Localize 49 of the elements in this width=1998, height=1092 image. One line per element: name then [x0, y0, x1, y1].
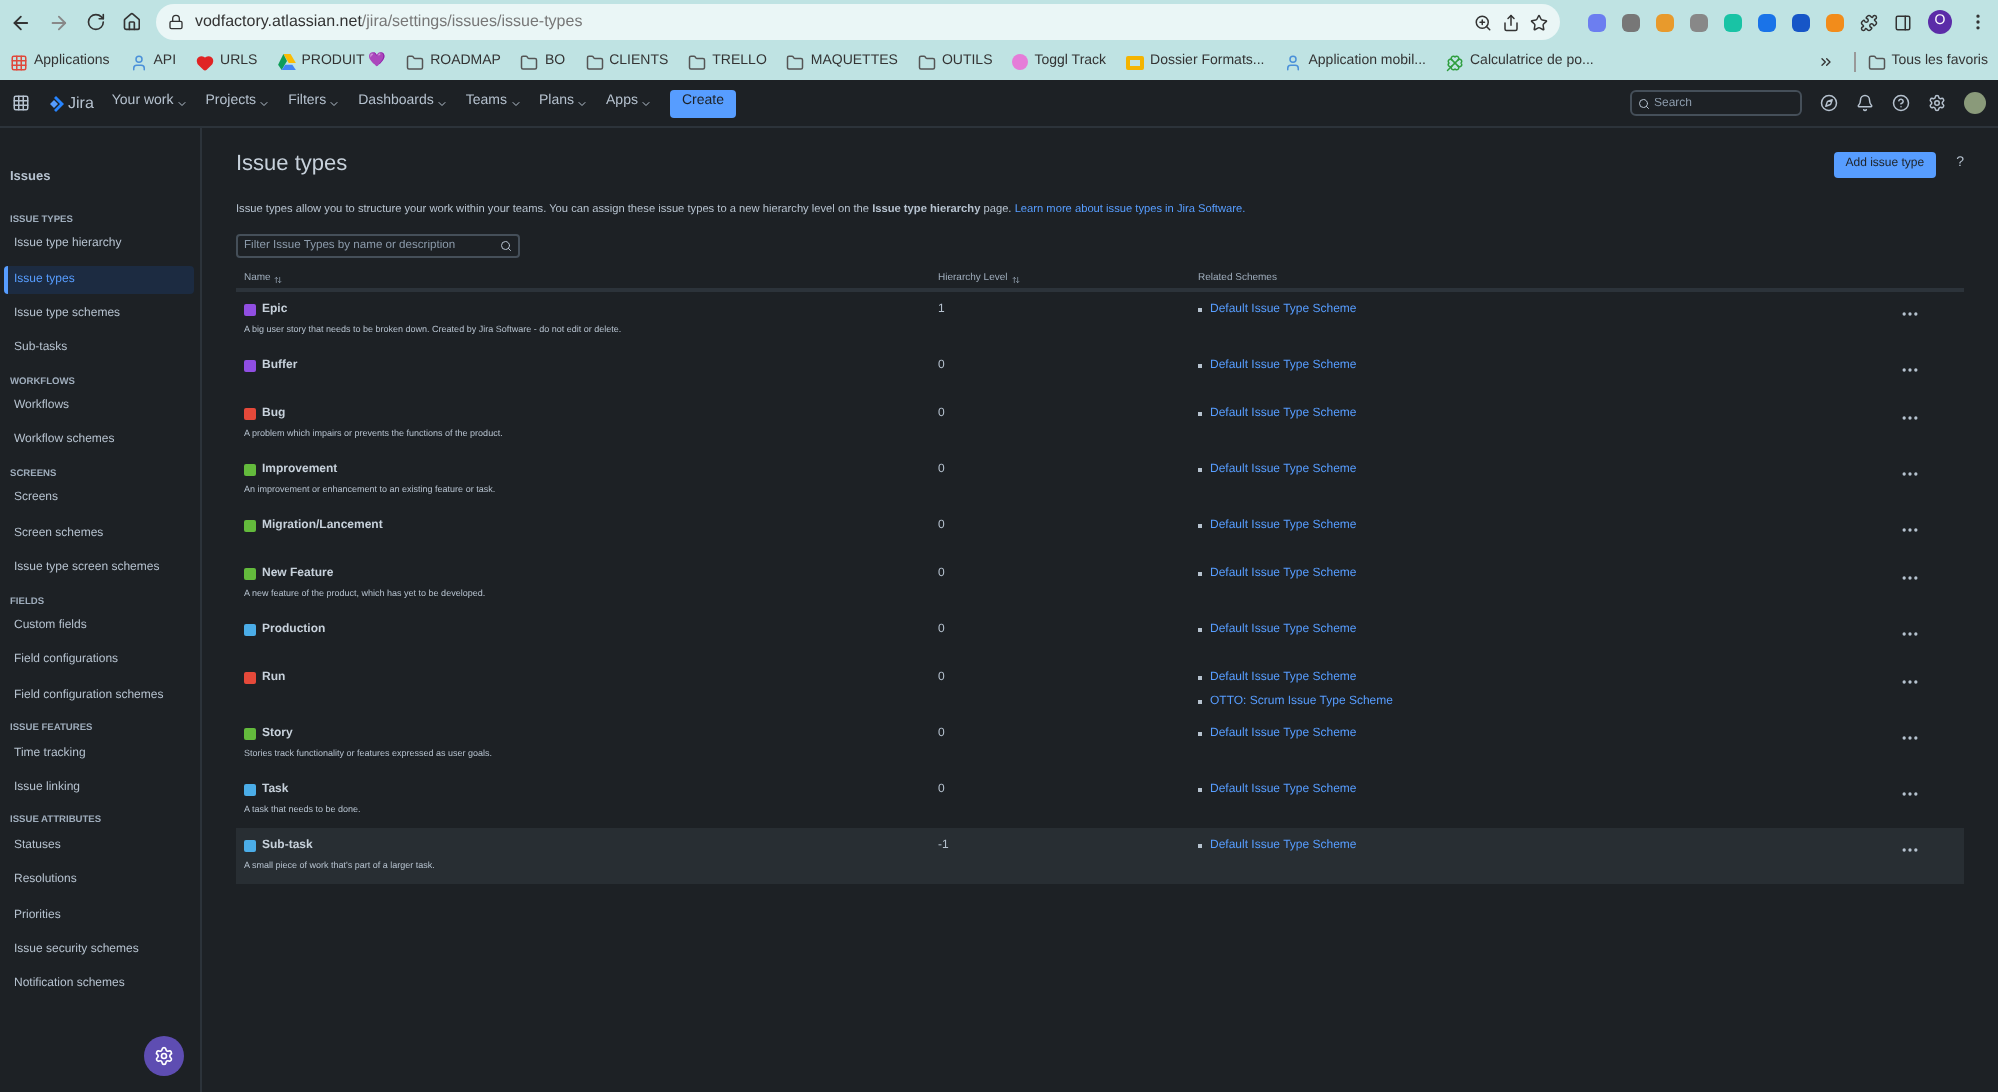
clover-icon	[1446, 53, 1464, 71]
sort-icon	[1011, 275, 1020, 284]
notifications-icon[interactable]	[1856, 94, 1874, 112]
compass-icon[interactable]	[1820, 94, 1838, 112]
search-icon	[500, 239, 512, 252]
folder-icon	[585, 53, 604, 71]
person-icon	[129, 53, 148, 71]
chevron-down-icon	[509, 97, 521, 109]
chevron-down-icon	[435, 97, 448, 109]
forward-icon[interactable]	[47, 11, 70, 33]
help-icon[interactable]	[1892, 94, 1910, 112]
apps-icon	[10, 53, 28, 71]
address-bar[interactable]: vodfactory.atlassian.net/jira/settings/issues/issue-types	[156, 4, 1560, 40]
floating-action-button[interactable]	[144, 1036, 184, 1076]
gear-icon	[154, 1046, 174, 1066]
zoom-icon[interactable]	[1473, 13, 1492, 31]
folder-icon	[786, 53, 805, 71]
jira-logo[interactable]: Jira	[48, 91, 94, 115]
chevron-down-icon	[576, 97, 589, 109]
chevron-down-icon	[639, 97, 652, 109]
triangle-icon	[277, 54, 296, 70]
side-panel-icon[interactable]	[1893, 13, 1912, 31]
chevron-down-icon	[175, 97, 188, 109]
slides-icon	[1126, 55, 1145, 69]
sort-icon	[274, 275, 283, 284]
chevron-down-icon	[328, 97, 341, 109]
toggl-icon	[1012, 54, 1029, 70]
heart-icon	[196, 53, 215, 71]
folder-icon	[1867, 53, 1886, 71]
user-avatar[interactable]	[1964, 92, 1986, 114]
more-bookmarks-icon[interactable]	[1817, 54, 1834, 70]
url-text: vodfactory.atlassian.net/jira/settings/issues/issue-types	[194, 10, 585, 34]
settings-icon[interactable]	[1928, 94, 1946, 112]
app-switcher-icon[interactable]	[12, 94, 30, 112]
lock-icon	[168, 14, 185, 30]
folder-icon	[688, 53, 707, 71]
home-icon[interactable]	[121, 12, 141, 32]
star-icon[interactable]	[1529, 13, 1548, 31]
folder-icon	[406, 53, 425, 71]
extensions-icon[interactable]	[1859, 13, 1878, 31]
reload-icon[interactable]	[85, 12, 106, 32]
person-icon	[1284, 53, 1303, 71]
page-title: Issue types	[236, 150, 350, 180]
search-icon	[1638, 97, 1650, 109]
chevron-down-icon	[258, 97, 271, 109]
share-icon[interactable]	[1501, 13, 1520, 31]
folder-icon	[917, 53, 936, 71]
folder-icon	[520, 53, 539, 71]
back-icon[interactable]	[10, 11, 32, 33]
